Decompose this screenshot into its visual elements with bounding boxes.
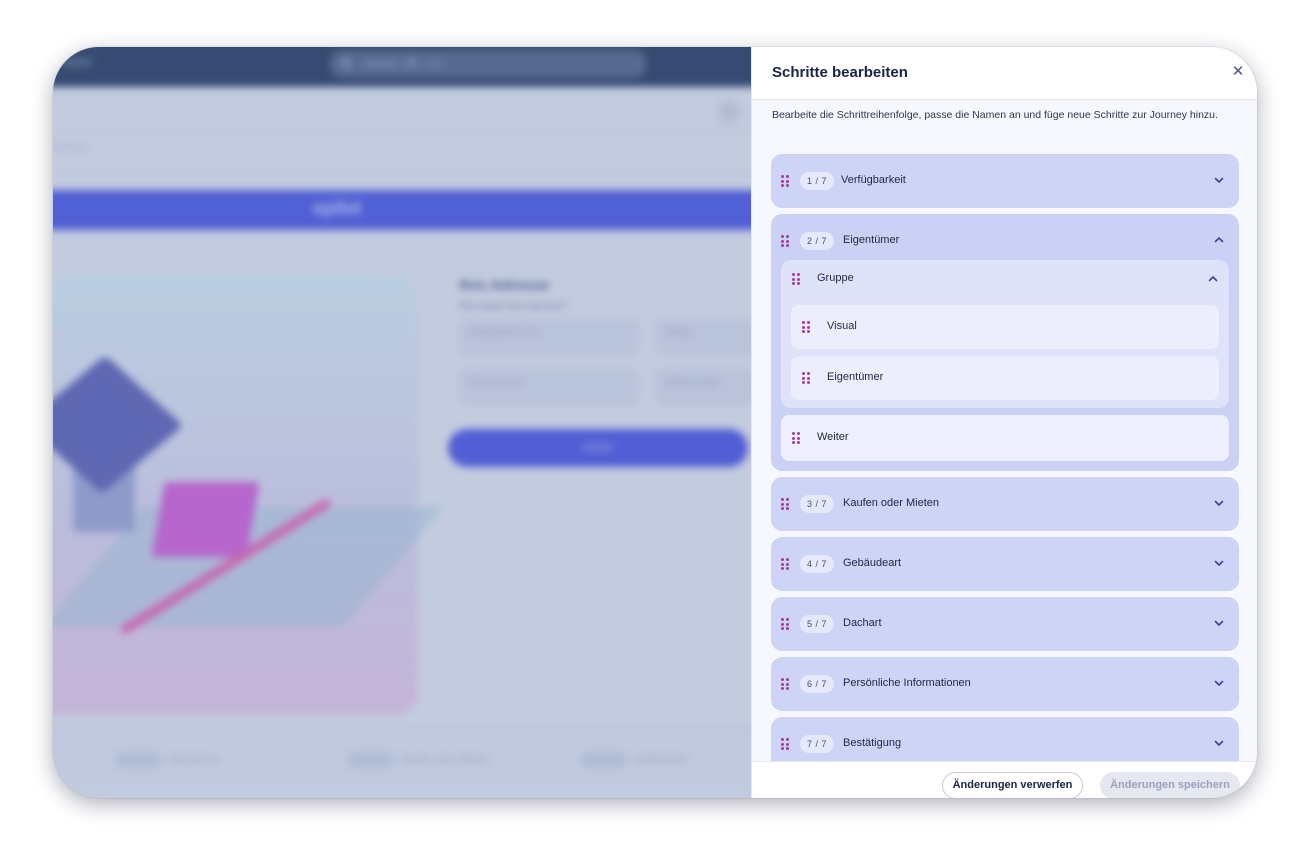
step-item-expanded[interactable]: 2 / 7 Eigentümer Gruppe Visual Eigentüme… [771, 214, 1239, 471]
drag-handle-icon[interactable] [792, 432, 800, 444]
step-badge: 1 / 7 [800, 172, 835, 190]
drag-handle-icon[interactable] [781, 738, 789, 750]
chevron-down-icon[interactable] [1213, 737, 1225, 749]
step-item[interactable]: 4 / 7 Gebäudeart [771, 537, 1239, 591]
step-header[interactable]: 2 / 7 Eigentümer [771, 214, 1239, 260]
step-header[interactable]: 5 / 7 Dachart [771, 597, 1239, 651]
background-app: epilot Suchen (⌘ + K) ⧉ Journeys epilot … [53, 47, 751, 798]
step-badge: 6 / 7 [800, 675, 835, 693]
close-icon[interactable]: ✕ [1228, 62, 1248, 82]
drag-handle-icon[interactable] [781, 175, 789, 187]
modal-backdrop[interactable] [53, 47, 751, 798]
chevron-down-icon[interactable] [1213, 174, 1225, 186]
panel-footer: Änderungen verwerfen Änderungen speicher… [752, 761, 1257, 798]
block-name: Weiter [817, 431, 849, 443]
step-badge: 3 / 7 [800, 495, 835, 513]
step-badge: 2 / 7 [800, 232, 835, 250]
edit-steps-panel: Schritte bearbeiten ✕ Bearbeite die Schr… [751, 47, 1257, 798]
step-header[interactable]: 1 / 7 Verfügbarkeit [771, 154, 1239, 208]
panel-description: Bearbeite die Schrittreihenfolge, passe … [772, 109, 1218, 121]
save-changes-button[interactable]: Änderungen speichern [1100, 772, 1240, 798]
drag-handle-icon[interactable] [781, 558, 789, 570]
drag-handle-icon[interactable] [781, 618, 789, 630]
drag-handle-icon[interactable] [802, 321, 810, 333]
chevron-down-icon[interactable] [1213, 557, 1225, 569]
step-item[interactable]: 3 / 7 Kaufen oder Mieten [771, 477, 1239, 531]
block-name: Visual [827, 320, 857, 332]
chevron-down-icon[interactable] [1213, 617, 1225, 629]
drag-handle-icon[interactable] [781, 235, 789, 247]
step-name: Bestätigung [843, 737, 902, 749]
step-name: Eigentümer [843, 234, 900, 246]
chevron-down-icon[interactable] [1213, 677, 1225, 689]
chevron-up-icon[interactable] [1213, 234, 1225, 246]
step-name: Verfügbarkeit [841, 174, 906, 186]
steps-list: 1 / 7 Verfügbarkeit 2 / 7 Eigentümer Gru… [771, 154, 1239, 777]
step-name: Kaufen oder Mieten [843, 497, 940, 509]
block-group[interactable]: Gruppe Visual Eigentümer [781, 260, 1229, 408]
step-header[interactable]: 3 / 7 Kaufen oder Mieten [771, 477, 1239, 531]
drag-handle-icon[interactable] [781, 678, 789, 690]
panel-title: Schritte bearbeiten [772, 64, 908, 81]
drag-handle-icon[interactable] [802, 372, 810, 384]
drag-handle-icon[interactable] [792, 273, 800, 285]
step-badge: 4 / 7 [800, 555, 835, 573]
block-item-weiter[interactable]: Weiter [781, 415, 1229, 461]
step-item[interactable]: 5 / 7 Dachart [771, 597, 1239, 651]
block-item-eigentuemer[interactable]: Eigentümer [791, 356, 1219, 400]
chevron-down-icon[interactable] [1213, 497, 1225, 509]
step-name: Dachart [843, 617, 882, 629]
step-item[interactable]: 6 / 7 Persönliche Informationen [771, 657, 1239, 711]
discard-changes-button[interactable]: Änderungen verwerfen [942, 772, 1083, 798]
panel-header: Schritte bearbeiten ✕ [752, 47, 1257, 100]
block-name: Eigentümer [827, 371, 884, 383]
app-window: epilot Suchen (⌘ + K) ⧉ Journeys epilot … [53, 47, 1257, 798]
step-item[interactable]: 1 / 7 Verfügbarkeit [771, 154, 1239, 208]
group-header[interactable]: Gruppe [781, 260, 1229, 298]
step-badge: 7 / 7 [800, 735, 835, 753]
step-header[interactable]: 4 / 7 Gebäudeart [771, 537, 1239, 591]
step-badge: 5 / 7 [800, 615, 835, 633]
step-name: Persönliche Informationen [843, 677, 971, 689]
chevron-up-icon[interactable] [1207, 273, 1219, 285]
drag-handle-icon[interactable] [781, 498, 789, 510]
group-name: Gruppe [817, 272, 854, 284]
step-name: Gebäudeart [843, 557, 902, 569]
step-header[interactable]: 6 / 7 Persönliche Informationen [771, 657, 1239, 711]
block-item-visual[interactable]: Visual [791, 305, 1219, 349]
